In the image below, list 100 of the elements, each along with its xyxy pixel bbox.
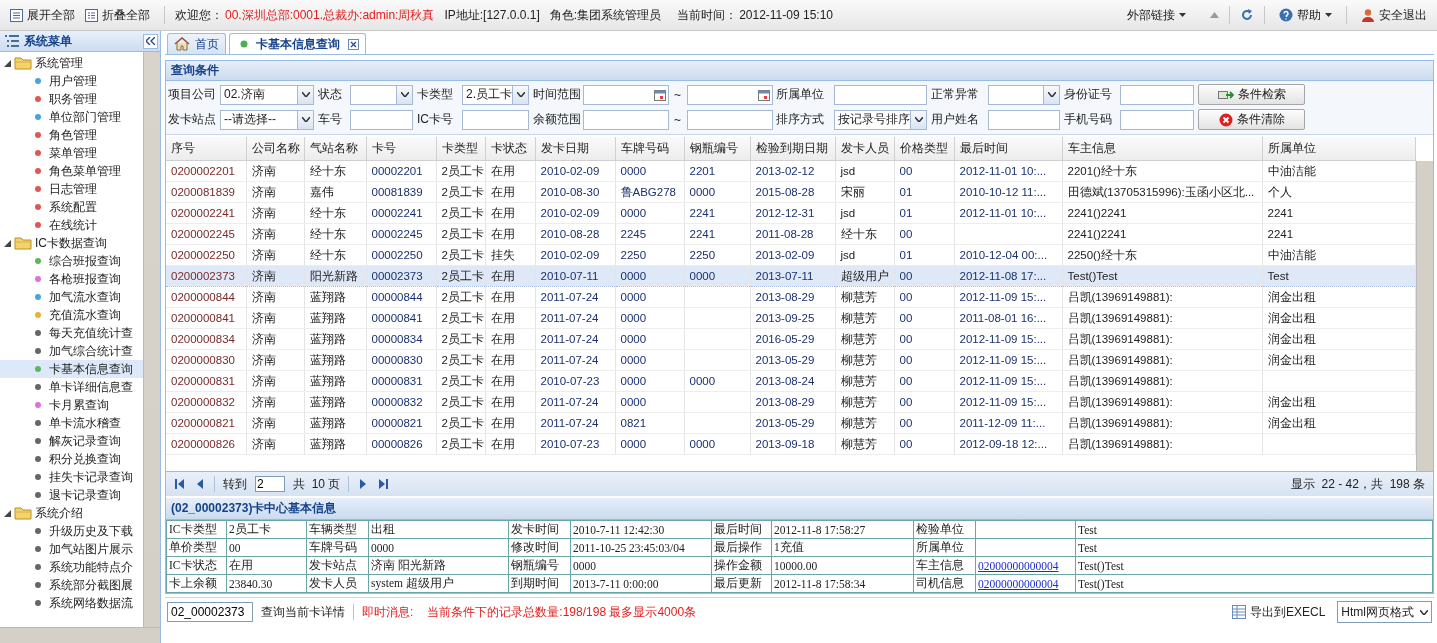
calendar-icon[interactable] [758, 88, 770, 101]
table-row[interactable]: 0200000841 济南 蓝翔路 00000841 2员工卡 在用 2011-07-24 0000 2013-09-25 柳慧芳 00 2011-08-01 16:... 吕凯(13969149881): 润金出租 [166, 307, 1416, 329]
menu-item[interactable]: 单位部门管理 [0, 108, 143, 126]
menu-item[interactable]: 每天充值统计查 [0, 324, 143, 342]
horizontal-scrollbar[interactable] [0, 627, 160, 643]
table-row[interactable]: 0200000834 济南 蓝翔路 00000834 2员工卡 在用 2011-07-24 0000 2016-05-29 柳慧芳 00 2012-11-09 15:... 吕凯(13969149881): 润金出租 [166, 328, 1416, 350]
table-row[interactable]: 0200002201 济南 经十东 00002201 2员工卡 在用 2010-02-09 0000 2201 2013-02-12 jsd 00 2012-11-01 10:... 2201()经十东 中油洁能 [166, 160, 1416, 182]
column-header[interactable]: 发卡日期 [535, 137, 615, 161]
table-row[interactable]: 0200000826 济南 蓝翔路 00000826 2员工卡 在用 2010-07-23 0000 0000 2013-09-18 柳慧芳 00 2012-09-18 12:... 吕凯(13969149881): [166, 433, 1416, 455]
column-header[interactable]: 序号 [166, 137, 246, 161]
menu-item[interactable]: 加气综合统计查 [0, 342, 143, 360]
menu-item[interactable]: 单卡流水稽查 [0, 414, 143, 432]
date-field[interactable] [583, 84, 669, 105]
expander-icon[interactable] [4, 509, 11, 517]
input-field[interactable] [988, 109, 1060, 130]
table-row[interactable]: 0200000821 济南 蓝翔路 00000821 2员工卡 在用 2011-07-24 0821 2013-05-29 柳慧芳 00 2011-12-09 11:... 吕凯(13969149881): 润金出租 [166, 412, 1416, 434]
vertical-scrollbar[interactable] [143, 52, 160, 627]
menu-item[interactable]: 系统部分截图展 [0, 576, 143, 594]
export-button[interactable]: 导出到EXECL [1227, 601, 1330, 623]
column-header[interactable]: 价格类型 [894, 137, 954, 161]
last-page-icon[interactable] [377, 478, 390, 490]
input-field[interactable] [834, 84, 927, 105]
card-detail-link[interactable]: 查询当前卡详情 [261, 603, 345, 621]
menu-item[interactable]: 日志管理 [0, 180, 143, 198]
input-field[interactable] [350, 109, 413, 130]
menu-item[interactable]: 升级历史及下载 [0, 522, 143, 540]
column-header[interactable]: 钢瓶编号 [684, 137, 750, 161]
menu-item[interactable]: 积分兑换查询 [0, 450, 143, 468]
select-field[interactable]: 按记录号排序 [834, 109, 927, 130]
table-row[interactable]: 0200002245 济南 经十东 00002245 2员工卡 在用 2010-08-28 2245 2241 2011-08-28 经十东 00 2241()2241 2241 [166, 223, 1416, 245]
menu-item[interactable]: 角色管理 [0, 126, 143, 144]
select-field[interactable]: 2.员工卡 [462, 84, 529, 105]
column-header[interactable]: 卡状态 [485, 137, 535, 161]
menu-item[interactable]: 在线统计 [0, 216, 143, 234]
column-header[interactable]: 检验到期日期 [750, 137, 835, 161]
table-row[interactable]: 0200000844 济南 蓝翔路 00000844 2员工卡 在用 2011-07-24 0000 2013-08-29 柳慧芳 00 2012-11-09 15:... 吕凯(13969149881): 润金出租 [166, 286, 1416, 308]
menu-item[interactable]: 卡月累查询 [0, 396, 143, 414]
menu-item[interactable]: 各枪班报查询 [0, 270, 143, 288]
table-row[interactable]: 0200002373 济南 阳光新路 00002373 2员工卡 在用 2010-07-11 0000 0000 2013-07-11 超级用户 00 2012-11-08 17:... Test()Test Test [166, 265, 1416, 287]
menu-item[interactable]: 菜单管理 [0, 144, 143, 162]
menu-item[interactable]: 系统配置 [0, 198, 143, 216]
menu-item[interactable]: 退卡记录查询 [0, 486, 143, 504]
expander-icon[interactable] [4, 239, 11, 247]
menu-item[interactable]: 挂失卡记录查询 [0, 468, 143, 486]
logout-button[interactable]: 安全退出 [1357, 4, 1431, 26]
column-header[interactable]: 气站名称 [304, 137, 366, 161]
menu-item[interactable]: 加气流水查询 [0, 288, 143, 306]
column-header[interactable]: 车牌号码 [615, 137, 684, 161]
menu-item[interactable]: 充值流水查询 [0, 306, 143, 324]
refresh-icon[interactable] [1240, 8, 1254, 22]
column-header[interactable]: 最后时间 [954, 137, 1062, 161]
menu-item[interactable]: 用户管理 [0, 72, 143, 90]
calendar-icon[interactable] [654, 88, 666, 101]
table-row[interactable]: 0200002241 济南 经十东 00002241 2员工卡 在用 2010-02-09 0000 2241 2012-12-31 jsd 01 2012-11-01 10:... 2241()2241 2241 [166, 202, 1416, 224]
tree-group[interactable]: IC卡数据查询 [0, 234, 143, 252]
menu-item[interactable]: 角色菜单管理 [0, 162, 143, 180]
table-row[interactable]: 0200000830 济南 蓝翔路 00000830 2员工卡 在用 2011-07-24 0000 2013-05-29 柳慧芳 00 2012-11-09 15:... 吕凯(13969149881): 润金出租 [166, 349, 1416, 371]
menu-item[interactable]: 卡基本信息查询 [0, 360, 143, 378]
table-row[interactable]: 0200000832 济南 蓝翔路 00000832 2员工卡 在用 2011-07-24 0000 2013-08-29 柳慧芳 00 2012-11-09 15:... 吕凯(13969149881): 润金出租 [166, 391, 1416, 413]
collapse-up-icon[interactable] [1210, 12, 1219, 18]
table-row[interactable]: 0200081839 济南 嘉伟 00081839 2员工卡 在用 2010-08-30 鲁ABG278 0000 2015-08-28 宋丽 01 2010-10-12 11:... 田德斌(13705315996):玉函小区北... 个人 [166, 181, 1416, 203]
external-links-menu[interactable]: 外部链接 [1123, 4, 1190, 26]
collapse-sidebar-button[interactable] [143, 33, 158, 49]
help-menu[interactable]: 帮助 [1275, 4, 1336, 26]
column-header[interactable]: 车主信息 [1062, 137, 1262, 161]
column-header[interactable]: 公司名称 [246, 137, 304, 161]
query-button[interactable]: 条件检索 [1198, 84, 1305, 105]
collapse-all-button[interactable]: 折叠全部 [81, 4, 154, 26]
input-field[interactable] [462, 109, 529, 130]
tab[interactable]: 首页 [167, 33, 226, 54]
query-button[interactable]: 条件清除 [1198, 109, 1305, 130]
tree-group[interactable]: 系统管理 [0, 54, 143, 72]
first-page-icon[interactable] [174, 478, 186, 490]
date-field[interactable] [687, 84, 773, 105]
menu-item[interactable]: 解灰记录查询 [0, 432, 143, 450]
select-field[interactable] [350, 84, 413, 105]
input-field[interactable] [583, 109, 669, 130]
column-header[interactable]: 发卡人员 [835, 137, 894, 161]
menu-item[interactable]: 综合班报查询 [0, 252, 143, 270]
menu-item[interactable]: 系统网络数据流 [0, 594, 143, 612]
format-select[interactable]: Html网页格式 [1337, 601, 1432, 623]
select-field[interactable]: --请选择-- [220, 109, 314, 130]
expand-all-button[interactable]: 展开全部 [6, 4, 79, 26]
vertical-scrollbar[interactable] [1416, 161, 1433, 471]
select-field[interactable] [988, 84, 1060, 105]
expander-icon[interactable] [4, 59, 11, 67]
card-number-field[interactable]: 02_00002373 [167, 602, 253, 622]
input-field[interactable] [1120, 109, 1194, 130]
column-header[interactable]: 卡号 [366, 137, 436, 161]
select-field[interactable]: 02.济南 [220, 84, 314, 105]
menu-item[interactable]: 加气站图片展示 [0, 540, 143, 558]
column-header[interactable]: 卡类型 [436, 137, 485, 161]
column-header[interactable]: 所属单位 [1262, 137, 1416, 161]
input-field[interactable] [687, 109, 773, 130]
page-input[interactable]: 2 [255, 476, 285, 492]
tab[interactable]: 卡基本信息查询 [229, 33, 366, 54]
close-icon[interactable] [348, 38, 359, 50]
input-field[interactable] [1120, 84, 1194, 105]
table-row[interactable]: 0200002250 济南 经十东 00002250 2员工卡 挂失 2010-02-09 2250 2250 2013-02-09 jsd 01 2010-12-04 00:... 2250()经十东 中油洁能 [166, 244, 1416, 266]
menu-item[interactable]: 职务管理 [0, 90, 143, 108]
